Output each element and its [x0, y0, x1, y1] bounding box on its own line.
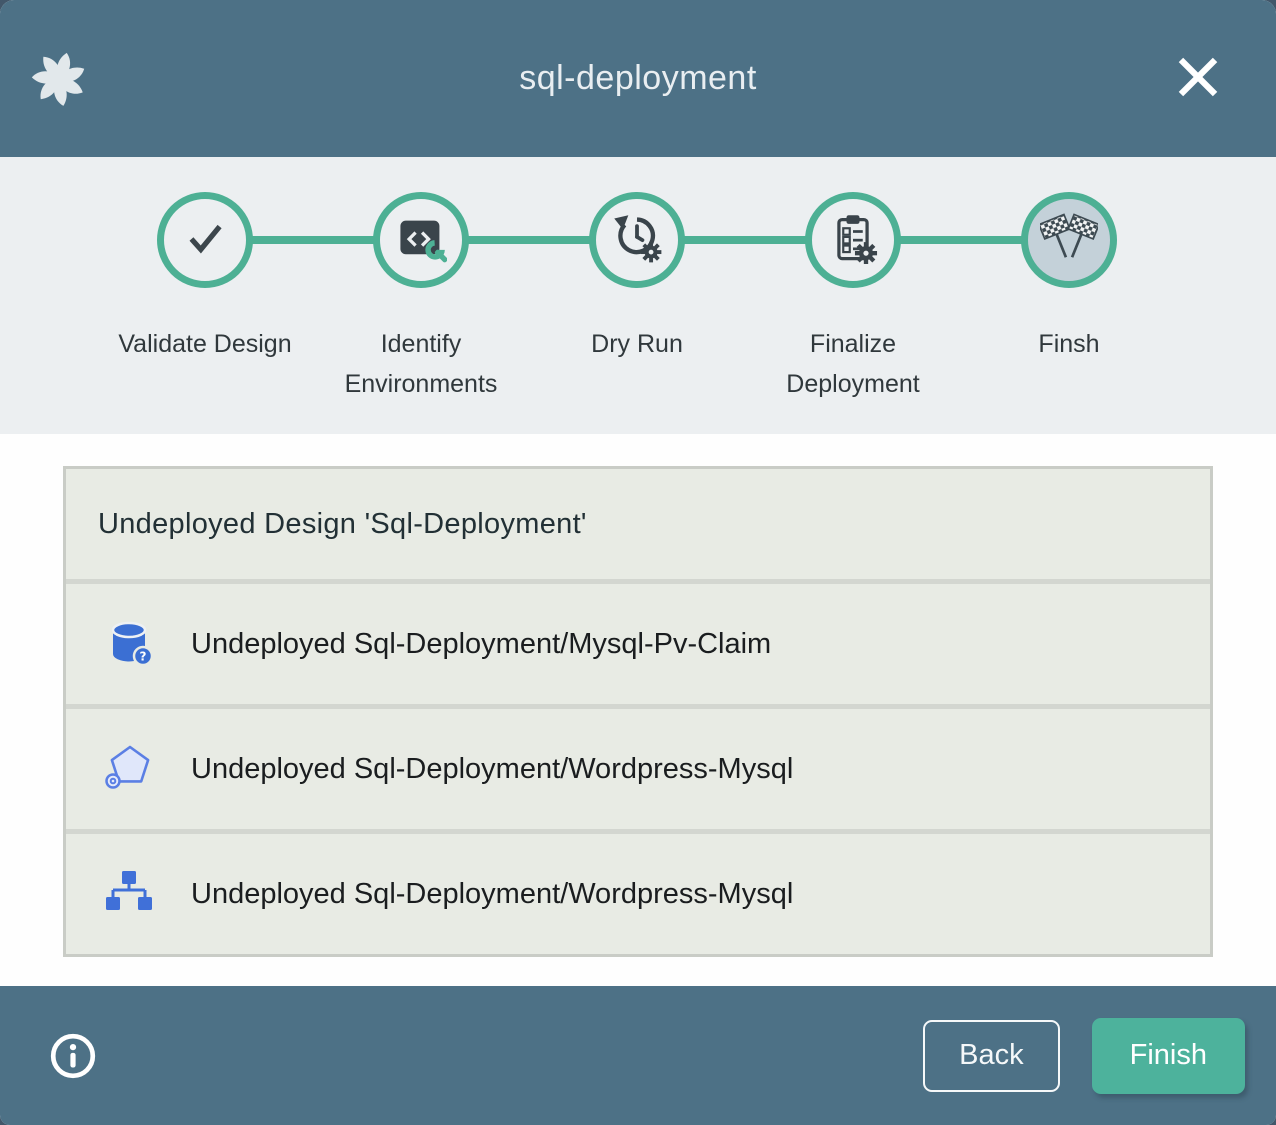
step-circle [157, 192, 253, 288]
titlebar: sql-deployment [0, 0, 1276, 157]
topology-icon [103, 868, 155, 920]
step-circle [805, 192, 901, 288]
step-label: Finalize Deployment [763, 324, 943, 404]
pod-icon [103, 743, 155, 795]
step-label: Validate Design [118, 324, 291, 364]
step-identify-environments: Identify Environments [313, 192, 529, 404]
clipboard-gear-icon [827, 212, 879, 269]
step-label: Identify Environments [331, 324, 511, 404]
step-circle [373, 192, 469, 288]
wizard-stepper: Validate Design [0, 157, 1276, 434]
status-header-text: Undeployed Design 'Sql-Deployment' [98, 508, 587, 541]
step-circle [589, 192, 685, 288]
database-icon: ? [103, 618, 155, 670]
finish-button[interactable]: Finish [1092, 1018, 1245, 1094]
step-circle [1021, 192, 1117, 288]
status-panel: Undeployed Design 'Sql-Deployment' ? Und… [63, 466, 1213, 957]
check-icon [180, 213, 230, 268]
step-finalize-deployment: Finalize Deployment [745, 192, 961, 404]
close-button[interactable] [1170, 50, 1226, 106]
step-dry-run: Dry Run [529, 192, 745, 404]
window-title: sql-deployment [0, 59, 1276, 98]
deployment-wizard-modal: sql-deployment [0, 0, 1276, 1125]
step-label: Dry Run [591, 324, 683, 364]
content-area: Undeployed Design 'Sql-Deployment' ? Und… [0, 434, 1276, 986]
status-row-text: Undeployed Sql-Deployment/Wordpress-Mysq… [191, 878, 793, 911]
step-label: Finsh [1038, 324, 1099, 364]
status-row-text: Undeployed Sql-Deployment/Mysql-Pv-Claim [191, 628, 771, 661]
checkered-flags-icon [1040, 209, 1098, 272]
close-icon [1173, 90, 1223, 105]
back-button[interactable]: Back [923, 1020, 1059, 1092]
code-window-wrench-icon [395, 212, 447, 269]
step-validate-design: Validate Design [97, 192, 313, 404]
status-row: Undeployed Sql-Deployment/Wordpress-Mysq… [66, 829, 1210, 954]
status-panel-header: Undeployed Design 'Sql-Deployment' [66, 469, 1210, 579]
info-button[interactable] [48, 1031, 98, 1081]
sync-gear-icon [611, 212, 663, 269]
status-row: ? Undeployed Sql-Deployment/Mysql-Pv-Cla… [66, 579, 1210, 704]
status-row: Undeployed Sql-Deployment/Wordpress-Mysq… [66, 704, 1210, 829]
step-finish: Finsh [961, 192, 1177, 404]
info-icon [48, 1069, 98, 1084]
status-row-text: Undeployed Sql-Deployment/Wordpress-Mysq… [191, 753, 793, 786]
svg-text:?: ? [140, 650, 147, 664]
footer-bar: Back Finish [0, 986, 1276, 1125]
